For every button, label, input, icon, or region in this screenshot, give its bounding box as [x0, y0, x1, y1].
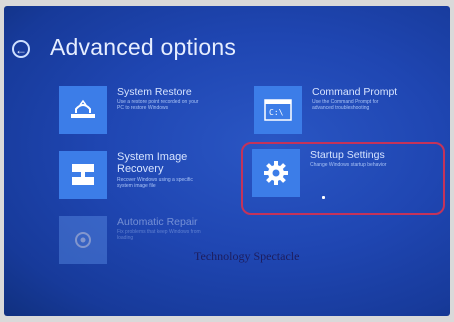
option-title: Automatic Repair: [117, 216, 198, 228]
command-prompt-icon: C:\: [254, 86, 302, 134]
highlight-ring: [241, 142, 445, 215]
option-description: loading: [117, 235, 134, 241]
option-title: Recovery: [117, 163, 164, 175]
option-description: system image file: [117, 183, 156, 189]
watermark-text: Technology Spectacle: [194, 249, 300, 263]
back-arrow-icon[interactable]: ←: [12, 40, 30, 58]
option-description: PC to restore Windows: [117, 105, 169, 111]
mouse-cursor: [322, 196, 325, 199]
option-title: System Image: [117, 151, 188, 163]
option-description: advanced troubleshooting: [312, 105, 370, 111]
advanced-options-screen: ← Advanced options System Restore Use a …: [4, 6, 450, 316]
svg-text:C:\: C:\: [269, 108, 284, 117]
system-restore-icon: [59, 86, 107, 134]
automatic-repair-icon: [59, 216, 107, 264]
option-title: Command Prompt: [312, 86, 398, 98]
option-title: System Restore: [117, 86, 192, 98]
system-image-recovery-icon: [59, 151, 107, 199]
page-title: Advanced options: [50, 34, 237, 60]
